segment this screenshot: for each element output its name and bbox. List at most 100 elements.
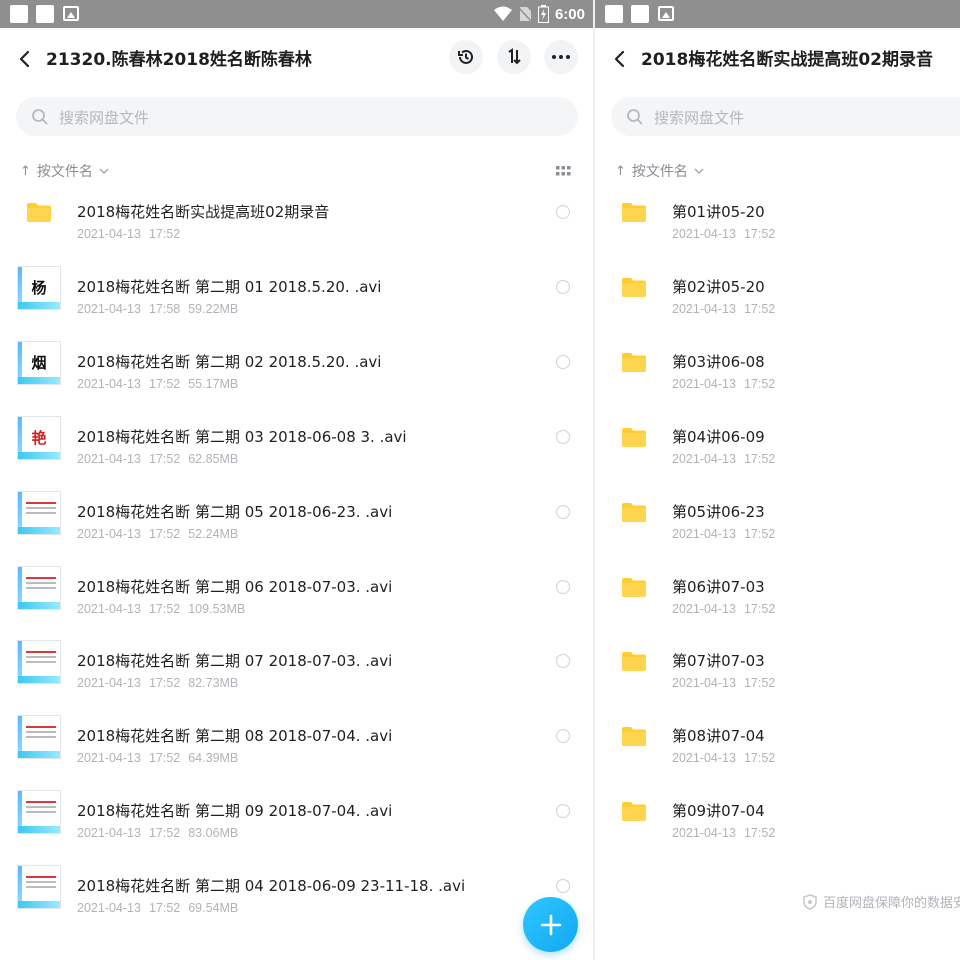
file-name: 2018梅花姓名断 第二期 03 2018-06-08 3. .avi [77,427,407,446]
file-row[interactable]: 2018梅花姓名断 第二期 05 2018-06-23. .avi 2021-04… [0,490,593,576]
file-row[interactable]: 烟 2018梅花姓名断 第二期 02 2018.5.20. .avi 2021-04… [0,340,593,426]
notification-icon [631,5,649,23]
back-arrow-icon[interactable] [14,48,36,70]
file-meta: 2021-04-13 17:52 83.06MB [77,826,238,840]
file-size: 109.53MB [188,601,246,616]
thumbnail-lines [26,876,56,891]
select-checkbox[interactable] [556,205,570,219]
file-row[interactable]: 杨 2018梅花姓名断 第二期 01 2018.5.20. .avi 2021-04… [0,265,593,351]
file-time: 17:52 [743,526,776,541]
thumbnail-lines [26,576,56,592]
image-notification-icon [658,6,674,21]
file-date: 2021-04-13 [672,826,736,841]
file-meta: 2021-04-13 17:52 [672,602,775,616]
folder-icon [622,352,646,372]
folder-icon [622,577,646,597]
file-time: 17:52 [743,826,776,841]
select-checkbox[interactable] [556,654,570,669]
file-meta: 2021-04-13 17:52 [672,227,775,241]
thumbnail-text: 杨 [31,278,47,297]
video-thumbnail-icon: 艳 [17,415,61,460]
sort-selector[interactable]: ↑ 按文件名 [615,160,704,182]
file-name: 2018梅花姓名断 第二期 07 2018-07-03. .avi [77,652,393,671]
file-name: 第02讲05-20 [672,277,765,296]
file-meta: 2021-04-13 17:52 [672,527,775,541]
wifi-icon [493,6,512,21]
file-date: 2021-04-13 [672,751,736,766]
file-row[interactable]: 第07讲07-03 2021-04-13 17:52 [595,650,960,725]
status-bar [595,0,960,28]
more-button[interactable] [544,40,578,74]
folder-icon [622,727,646,747]
file-name: 2018梅花姓名断 第二期 06 2018-07-03. .avi [77,577,393,596]
sort-label: 按文件名 [631,164,688,180]
select-checkbox[interactable] [556,879,570,894]
shield-icon [803,893,817,910]
file-time: 17:52 [148,826,181,841]
status-bar: 6:00 [0,0,593,28]
file-time: 17:52 [148,751,181,766]
file-name: 2018梅花姓名断 第二期 09 2018-07-04. .avi [77,802,393,821]
battery-icon [537,5,549,23]
search-icon [32,109,48,125]
file-time: 17:52 [148,376,181,391]
file-row[interactable]: 第03讲06-08 2021-04-13 17:52 [595,351,960,426]
chevron-down-icon [694,168,704,174]
file-name: 第04讲06-09 [672,427,765,446]
file-meta: 2021-04-13 17:58 59.22MB [77,302,238,316]
sort-selector[interactable]: ↑ 按文件名 [20,160,109,182]
history-button[interactable] [449,40,483,74]
file-row[interactable]: 2018梅花姓名断 第二期 06 2018-07-03. .avi 2021-04… [0,565,593,651]
video-thumbnail-icon [17,715,61,760]
select-checkbox[interactable] [556,354,570,369]
file-row[interactable]: 第06讲07-03 2021-04-13 17:52 [595,576,960,651]
file-size: 59.22MB [188,301,239,316]
file-row[interactable]: 第05讲06-23 2021-04-13 17:52 [595,501,960,576]
back-arrow-icon[interactable] [609,48,631,70]
file-date: 2021-04-13 [672,301,736,316]
image-notification-icon [63,6,79,21]
video-thumbnail-icon: 杨 [17,265,61,310]
file-row[interactable]: 第09讲07-04 2021-04-13 17:52 [595,800,960,875]
file-name: 第01讲05-20 [672,203,765,221]
select-checkbox[interactable] [556,729,570,744]
header: 2018梅花姓名断实战提高班02期录音 [595,28,960,88]
select-checkbox[interactable] [556,504,570,519]
page-title: 2018梅花姓名断实战提高班02期录音 [641,50,933,70]
file-meta: 2021-04-13 17:52 [672,452,775,466]
select-checkbox[interactable] [556,579,570,594]
file-row[interactable]: 第04讲06-09 2021-04-13 17:52 [595,426,960,501]
file-meta: 2021-04-13 17:52 [672,751,775,765]
file-meta: 2021-04-13 17:52 64.39MB [77,751,238,765]
file-meta: 2021-04-13 17:52 62.85MB [77,452,238,466]
file-row[interactable]: 第08讲07-04 2021-04-13 17:52 [595,725,960,800]
add-button[interactable] [523,897,578,952]
sort-order-button[interactable] [497,40,531,74]
file-row[interactable]: 2018梅花姓名断 第二期 07 2018-07-03. .avi 2021-04… [0,640,593,725]
select-checkbox[interactable] [556,804,570,819]
search-input[interactable]: 搜索网盘文件 [611,97,960,136]
select-checkbox[interactable] [556,429,570,444]
file-row[interactable]: 2018梅花姓名断实战提高班02期录音 2021-04-13 17:52 [0,201,593,276]
file-row[interactable]: 2018梅花姓名断 第二期 09 2018-07-04. .avi 2021-04… [0,790,593,875]
file-row[interactable]: 第02讲05-20 2021-04-13 17:52 [595,276,960,351]
file-meta: 2021-04-13 17:52 55.17MB [77,377,238,391]
file-name: 第07讲07-03 [672,652,765,671]
file-size: 52.24MB [188,526,239,541]
file-row[interactable]: 艳 2018梅花姓名断 第二期 03 2018-06-08 3. .avi 2021… [0,415,593,501]
select-checkbox[interactable] [556,279,570,294]
file-time: 17:52 [743,301,776,316]
notification-icon [10,5,28,23]
search-input[interactable]: 搜索网盘文件 [16,97,578,136]
video-thumbnail-icon [17,565,61,610]
file-size: 82.73MB [188,676,239,691]
file-date: 2021-04-13 [672,526,736,541]
file-time: 17:52 [148,901,181,916]
notification-icon [605,5,623,23]
history-icon [458,49,473,64]
grid-view-icon[interactable] [556,166,571,177]
file-row[interactable]: 2018梅花姓名断 第二期 08 2018-07-04. .avi 2021-04… [0,715,593,800]
file-row[interactable]: 2018梅花姓名断 第二期 04 2018-06-09 23-11-18. .a… [0,865,593,950]
file-time: 17:52 [743,676,776,691]
file-row[interactable]: 第01讲05-20 2021-04-13 17:52 [595,201,960,276]
